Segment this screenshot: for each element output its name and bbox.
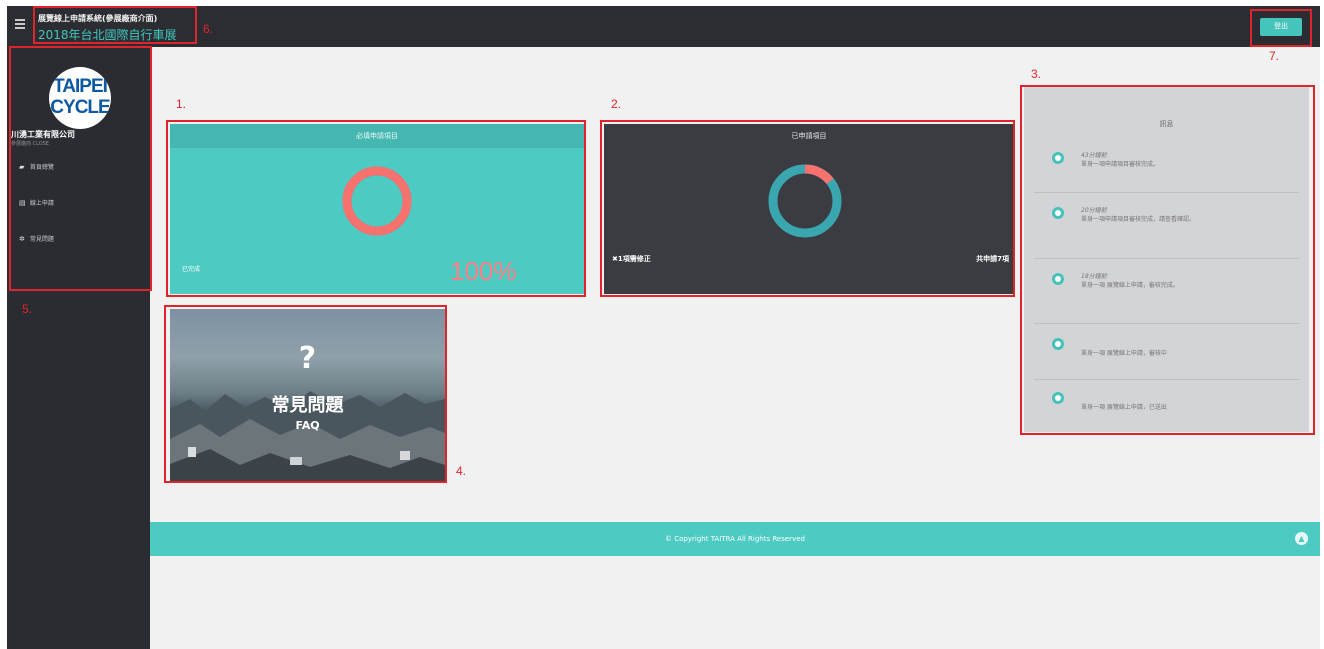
annotation-box-7 [1250, 9, 1312, 47]
annotation-number-4: 4. [456, 464, 467, 478]
annotation-number-5: 5. [22, 302, 33, 316]
back-to-top-icon[interactable]: ▲ [1295, 532, 1308, 545]
annotation-number-2: 2. [611, 97, 622, 111]
annotation-number-1: 1. [176, 97, 187, 111]
screen: 展覽線上申請系統(參展廠商介面) 2018年台北國際自行車展 登出 TAIPEI… [7, 6, 1320, 649]
annotation-box-5 [9, 46, 152, 291]
hamburger-menu-icon[interactable] [15, 19, 25, 29]
annotation-box-4 [164, 305, 447, 483]
annotation-box-6 [33, 6, 197, 44]
annotation-box-2 [600, 120, 1015, 297]
copyright-text: © Copyright TAITRA All Rights Reserved [665, 535, 805, 543]
annotation-number-7: 7. [1269, 49, 1280, 63]
annotation-box-1 [166, 120, 586, 297]
annotation-number-6: 6. [203, 22, 214, 36]
annotation-number-3: 3. [1031, 67, 1042, 81]
footer: © Copyright TAITRA All Rights Reserved ▲ [150, 522, 1320, 556]
annotation-box-3 [1020, 85, 1315, 435]
